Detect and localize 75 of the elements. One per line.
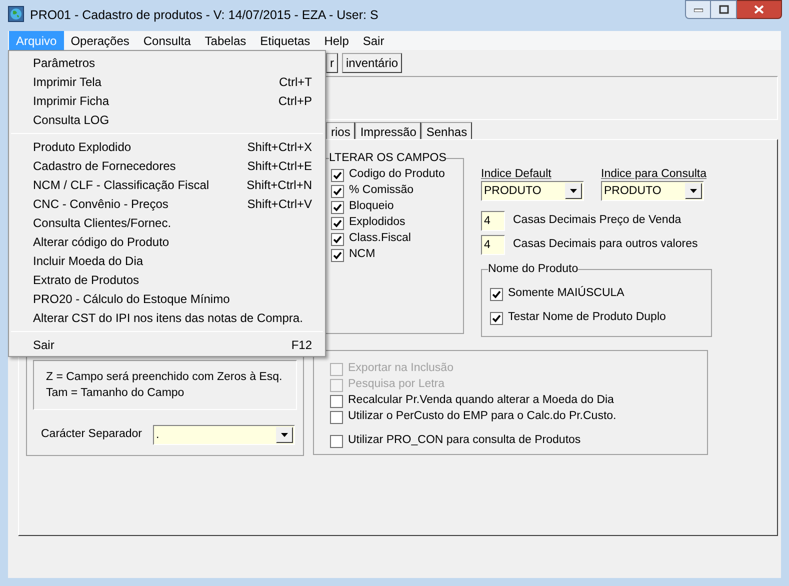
field-label: Indice para Consulta: [601, 167, 706, 181]
checkbox-label: % Comissão: [349, 183, 414, 198]
checkbox[interactable]: [490, 312, 503, 324]
checkbox[interactable]: [331, 184, 344, 198]
window-title: PRO01 - Cadastro de produtos - V: 14/07/2015 - EZA - User: S: [30, 7, 378, 24]
menu-item[interactable]: Alterar CST do IPI nos itens das notas de Compra.: [9, 308, 325, 327]
tab[interactable]: Senhas: [421, 122, 472, 139]
menu-bar-item[interactable]: Etiquetas: [253, 31, 318, 50]
checkbox-label: Exportar na Inclusão: [348, 361, 454, 376]
dropdown-arrow-icon: [690, 189, 697, 193]
field-label: Casas Decimais Preço de Venda: [513, 213, 682, 228]
menu-item[interactable]: Produto Explodido Shift+Ctrl+X: [9, 137, 325, 156]
menu-item[interactable]: CNC - Convênio - Preços Shift+Ctrl+V: [9, 194, 325, 213]
checkbox[interactable]: [490, 288, 503, 300]
dropdown[interactable]: .: [153, 425, 295, 445]
menu-item[interactable]: Consulta Clientes/Fornec.: [9, 213, 325, 232]
checkbox-label: Codigo do Produto: [349, 167, 445, 182]
close-button[interactable]: [737, 0, 782, 19]
restore-icon: [718, 5, 728, 14]
menu-bar-item[interactable]: Operações: [64, 31, 136, 50]
menu-item[interactable]: PRO20 - Cálculo do Estoque Mínimo: [9, 289, 325, 308]
checkbox-label: Utilizar PRO_CON para consulta de Produtos: [348, 433, 581, 448]
menu-item[interactable]: Cadastro de Fornecedores Shift+Ctrl+E: [9, 156, 325, 175]
app-globe-icon: [8, 6, 24, 22]
menu-item[interactable]: Extrato de Produtos: [9, 270, 325, 289]
toolbar-button[interactable]: r: [326, 53, 338, 73]
checkbox[interactable]: [331, 232, 344, 246]
check-icon: [492, 290, 501, 298]
toolbar-button[interactable]: inventário: [342, 53, 402, 73]
menu-item[interactable]: NCM / CLF - Classificação Fiscal Shift+Ctrl+N: [9, 175, 325, 194]
minimize-button[interactable]: [685, 0, 711, 19]
checkbox[interactable]: [331, 168, 344, 182]
minimize-icon: [694, 8, 702, 12]
menu-item[interactable]: Incluir Moeda do Dia: [9, 251, 325, 270]
menu-bar-item[interactable]: Tabelas: [198, 31, 254, 50]
checkbox-label: Utilizar o PerCusto do EMP para o Calc.do Pr.Custo.: [348, 409, 616, 424]
checkbox-label: Class.Fiscal: [349, 231, 411, 246]
checkbox[interactable]: [331, 248, 344, 262]
menu-item[interactable]: Imprimir Tela Ctrl+T: [9, 72, 325, 91]
tab[interactable]: rios: [326, 122, 356, 139]
checkbox-label: NCM: [349, 247, 376, 262]
menu-bar-item[interactable]: Consulta: [136, 31, 198, 50]
dropdown-arrow-icon: [570, 189, 577, 193]
checkbox-label: Bloqueio: [349, 199, 394, 214]
field-label: Carácter Separador: [41, 427, 143, 442]
field-label: Casas Decimais para outros valores: [513, 237, 698, 252]
checkbox[interactable]: [330, 394, 343, 408]
check-icon: [492, 314, 501, 322]
menu-bar-item[interactable]: Help: [317, 31, 356, 50]
menu-bar-item[interactable]: Sair: [356, 31, 392, 50]
tab[interactable]: Impressão: [355, 122, 422, 139]
menu-item[interactable]: Consulta LOG: [9, 110, 325, 129]
menu-item[interactable]: Alterar código do Produto: [9, 232, 325, 251]
menu-item[interactable]: Parâmetros: [9, 53, 325, 72]
menu-item[interactable]: Sair F12: [9, 335, 325, 354]
maximize-button[interactable]: [711, 0, 737, 19]
legend-text: Tam = Tamanho do Campo: [46, 386, 186, 401]
checkbox[interactable]: [330, 434, 343, 448]
checkbox[interactable]: [330, 410, 343, 424]
checkbox-label: Testar Nome de Produto Duplo: [508, 310, 666, 326]
number-field[interactable]: 4: [481, 235, 505, 255]
legend-text: Z = Campo será preenchido com Zeros à Esq.: [46, 370, 284, 385]
dropdown-arrow-icon: [281, 433, 288, 437]
close-icon: [754, 5, 764, 14]
dropdown[interactable]: PRODUTO: [481, 181, 584, 201]
checkbox[interactable]: [331, 200, 344, 214]
checkbox-label: Pesquisa por Letra: [348, 377, 445, 392]
checkbox[interactable]: [331, 216, 344, 230]
checkbox-label: Explodidos: [349, 215, 406, 230]
dropdown[interactable]: PRODUTO: [601, 181, 704, 201]
checkbox-label: Recalcular Pr.Venda quando alterar a Moeda do Dia: [348, 393, 614, 408]
menu-item[interactable]: Imprimir Ficha Ctrl+P: [9, 91, 325, 110]
checkbox-label: Somente MAIÚSCULA: [508, 285, 624, 302]
field-label: Indice Default: [481, 167, 552, 181]
number-field[interactable]: 4: [481, 211, 505, 231]
